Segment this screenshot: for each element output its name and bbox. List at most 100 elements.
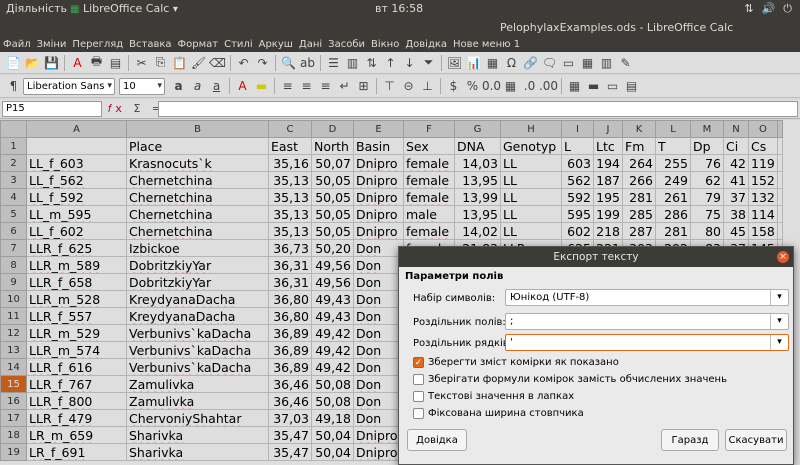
menu-item[interactable]: Стилі [224, 39, 252, 50]
checkbox-save-as-shown[interactable]: ✓ Зберегти зміст комірки як показано [413, 357, 619, 368]
save-icon[interactable]: 💾 [42, 54, 61, 72]
menu-item[interactable]: Файл [3, 39, 31, 50]
chevron-down-icon: ▾ [770, 290, 788, 305]
borders-icon[interactable]: ▦ [565, 77, 584, 95]
print-icon[interactable]: 🖶 [87, 54, 106, 72]
currency-icon[interactable]: $ [444, 77, 463, 95]
autofilter-icon[interactable]: ⏷ [419, 54, 438, 72]
string-delimiter-combo[interactable]: ' ▾ [505, 334, 789, 351]
volume-icon: 🔊 [761, 2, 776, 15]
redo-icon[interactable]: ↷ [253, 54, 272, 72]
formula-icons[interactable]: 𝑓x Σ = [108, 102, 165, 116]
menu-item[interactable]: Формат [178, 39, 219, 50]
bold-icon[interactable]: a [169, 77, 188, 95]
chart-icon[interactable]: 📊 [464, 54, 483, 72]
spelling-icon[interactable]: ab [298, 54, 317, 72]
menu-item[interactable]: Перегляд [72, 39, 123, 50]
field-delimiter-combo[interactable]: ; ▾ [505, 313, 789, 330]
copy-icon[interactable]: ⎘ [151, 54, 170, 72]
highlight-icon[interactable]: ▬ [252, 77, 271, 95]
add-decimal-icon[interactable]: .0 [520, 77, 539, 95]
menu-item[interactable]: Нове меню 1 [453, 39, 520, 50]
formula-input[interactable] [158, 101, 798, 117]
wrap-icon[interactable]: ↵ [335, 77, 354, 95]
italic-icon[interactable]: a [188, 77, 207, 95]
menu-item[interactable]: Аркуш [259, 39, 293, 50]
window-titlebar: PelophylaxExamples.ods - LibreOffice Cal… [0, 17, 800, 37]
cancel-button[interactable]: Скасувати [725, 429, 787, 451]
ok-button[interactable]: Гаразд [661, 429, 719, 451]
help-button[interactable]: Довідка [407, 429, 467, 451]
menu-item[interactable]: Вікно [371, 39, 399, 50]
column-icon[interactable]: ▥ [343, 54, 362, 72]
system-tray[interactable]: ⇅ 🔊 ⏻ [744, 2, 792, 16]
number-icon[interactable]: 0.0 [482, 77, 501, 95]
find-icon[interactable]: 🔍 [279, 54, 298, 72]
align-left-icon[interactable]: ≡ [278, 77, 297, 95]
align-right-icon[interactable]: ≡ [316, 77, 335, 95]
clock[interactable]: вт 16:58 [375, 2, 423, 15]
checkbox-unchecked-icon[interactable] [413, 374, 424, 385]
font-name-combo[interactable]: Liberation Sans ▾ [23, 77, 115, 95]
sort-icon[interactable]: ⇅ [362, 54, 381, 72]
checkbox-unchecked-icon[interactable] [413, 408, 424, 419]
close-icon[interactable]: × [777, 251, 789, 263]
menu-item[interactable]: Зміни [37, 39, 67, 50]
app-menu[interactable]: ▦ LibreOffice Calc ▾ [70, 2, 178, 15]
border-style-icon[interactable]: ▬ [584, 77, 603, 95]
menu-item[interactable]: Довідка [405, 39, 447, 50]
split-icon[interactable]: ▥ [597, 54, 616, 72]
menu-item[interactable]: Дані [299, 39, 322, 50]
font-size-value: 10 [123, 80, 136, 92]
remove-decimal-icon[interactable]: .00 [539, 77, 558, 95]
print-preview-icon[interactable]: ▤ [106, 54, 125, 72]
underline-icon[interactable]: a [207, 77, 226, 95]
checkbox-quote-text[interactable]: Текстові значення в лапках [413, 391, 574, 402]
open-icon[interactable]: 📂 [23, 54, 42, 72]
pivot-icon[interactable]: ▦ [483, 54, 502, 72]
paste-icon[interactable]: 📋 [170, 54, 189, 72]
image-icon[interactable]: 🖼 [445, 54, 464, 72]
conditional-icon[interactable]: ▤ [622, 77, 641, 95]
activities-button[interactable]: Діяльність [6, 2, 67, 15]
cut-icon[interactable]: ✂ [132, 54, 151, 72]
chevron-down-icon: ▾ [157, 80, 162, 91]
draw-icon[interactable]: ✎ [616, 54, 635, 72]
align-top-icon[interactable]: ⊤ [380, 77, 399, 95]
date-icon[interactable]: ▦ [501, 77, 520, 95]
sort-asc-icon[interactable]: ↑ [381, 54, 400, 72]
menu-item[interactable]: Вставка [129, 39, 171, 50]
checkbox-fixed-width[interactable]: Фіксована ширина стовпчика [413, 408, 584, 419]
export-pdf-icon[interactable]: A [68, 54, 87, 72]
align-center-icon[interactable]: ≡ [297, 77, 316, 95]
merge-icon[interactable]: ⊞ [354, 77, 373, 95]
freeze-icon[interactable]: ▦ [578, 54, 597, 72]
border-color-icon[interactable]: ▭ [603, 77, 622, 95]
font-size-combo[interactable]: 10 ▾ [119, 77, 165, 95]
percent-icon[interactable]: % [463, 77, 482, 95]
special-char-icon[interactable]: Ω [502, 54, 521, 72]
menu-item[interactable]: Засоби [328, 39, 365, 50]
name-box[interactable]: P15 [2, 101, 102, 117]
network-icon: ⇅ [744, 2, 754, 15]
checkbox-checked-icon[interactable]: ✓ [413, 357, 424, 368]
row-icon[interactable]: ☰ [324, 54, 343, 72]
charset-select[interactable]: Юнікод (UTF-8) ▾ [505, 289, 789, 306]
align-bottom-icon[interactable]: ⊥ [418, 77, 437, 95]
header-footer-icon[interactable]: ▭ [559, 54, 578, 72]
hyperlink-icon[interactable]: 🔗 [521, 54, 540, 72]
comment-icon[interactable]: 🗨 [540, 54, 559, 72]
clone-icon[interactable]: 🖌 [189, 54, 208, 72]
checkbox-label: Зберегти зміст комірки як показано [428, 357, 619, 368]
undo-icon[interactable]: ↶ [234, 54, 253, 72]
font-color-icon[interactable]: A [233, 77, 252, 95]
checkbox-unchecked-icon[interactable] [413, 391, 424, 402]
new-icon[interactable]: 📄 [4, 54, 23, 72]
sort-desc-icon[interactable]: ↓ [400, 54, 419, 72]
align-middle-icon[interactable]: ⊝ [399, 77, 418, 95]
clear-icon[interactable]: ⌫ [208, 54, 227, 72]
styles-icon[interactable]: ¶ [4, 77, 23, 95]
function-wizard-icon[interactable]: 𝑓x [108, 102, 126, 115]
chevron-down-icon: ▾ [107, 80, 112, 91]
checkbox-save-formulas[interactable]: Зберігати формули комірок замість обчисл… [413, 374, 727, 385]
